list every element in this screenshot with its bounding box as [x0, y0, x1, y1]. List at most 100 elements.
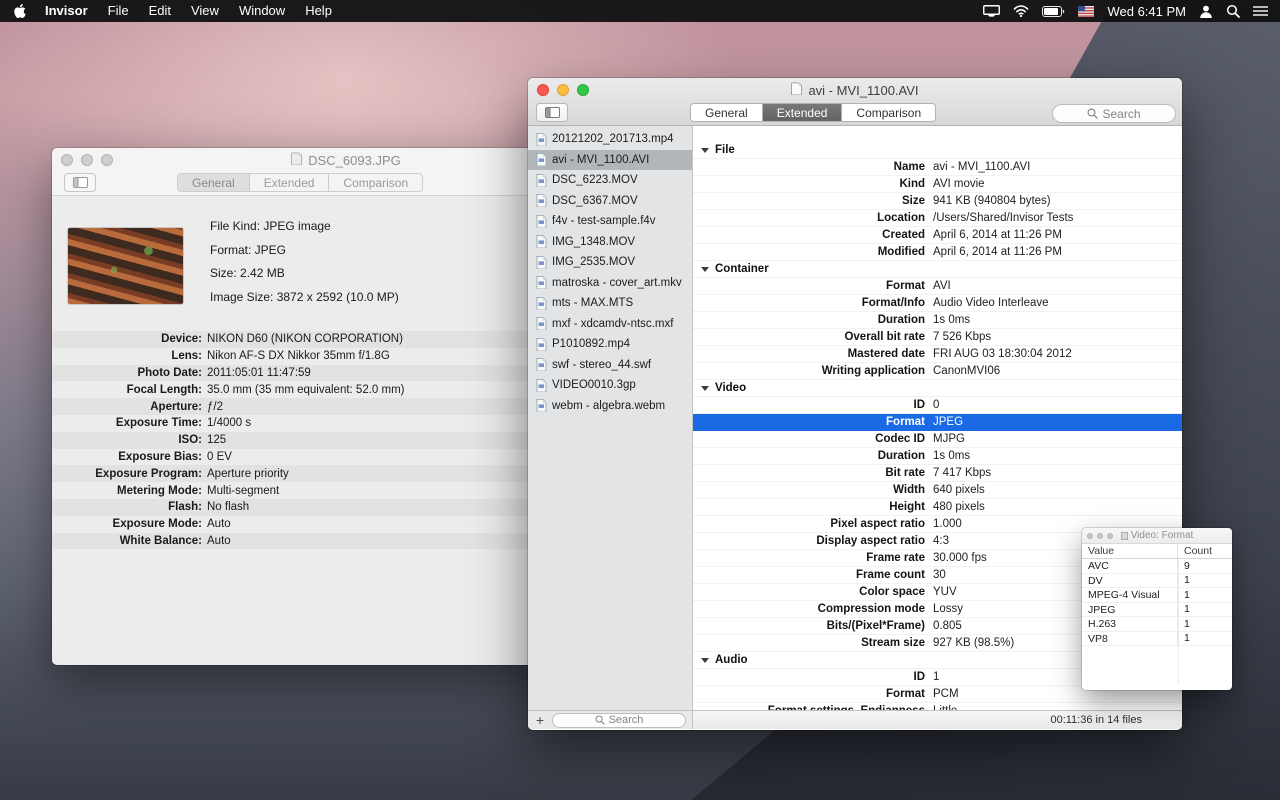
add-file-button[interactable]: +: [532, 712, 548, 728]
minimize-button[interactable]: [557, 84, 569, 96]
sidebar-file-item[interactable]: P1010892.mp4: [528, 334, 692, 355]
popup-table-header: Value Count: [1082, 544, 1232, 559]
close-button[interactable]: [1087, 532, 1093, 539]
sidebar-file-item[interactable]: DSC_6367.MOV: [528, 191, 692, 212]
popup-table-row[interactable]: AVC 9: [1082, 559, 1232, 574]
property-row[interactable]: Kind AVI movie: [693, 176, 1182, 193]
property-row[interactable]: Format settings, EndiannessLittle: [693, 703, 1182, 710]
sidebar-file-item[interactable]: mxf - xdcamdv-ntsc.mxf: [528, 314, 692, 335]
sidebar-file-item[interactable]: webm - algebra.webm: [528, 396, 692, 417]
disclosure-triangle-icon[interactable]: [701, 657, 709, 663]
popup-titlebar[interactable]: Video: Format: [1082, 528, 1232, 544]
display-mirroring-icon[interactable]: [983, 5, 1001, 17]
property-row[interactable]: Location/Users/Shared/Invisor Tests: [693, 210, 1182, 227]
menu-clock[interactable]: Wed 6:41 PM: [1107, 4, 1186, 19]
file-name: DSC_6367.MOV: [552, 194, 638, 207]
popup-window-controls[interactable]: [1087, 532, 1113, 539]
property-row[interactable]: Created April 6, 2014 at 11:26 PM: [693, 227, 1182, 244]
property-row[interactable]: Codec ID MJPG: [693, 431, 1182, 448]
sidebar-toggle-button[interactable]: [536, 103, 568, 122]
sidebar-file-item[interactable]: 20121202_201713.mp4: [528, 129, 692, 150]
wifi-icon[interactable]: [1013, 5, 1030, 17]
section-header-video[interactable]: Video: [693, 380, 1182, 397]
tab-extended[interactable]: Extended: [249, 174, 330, 191]
section-header-file[interactable]: File: [693, 142, 1182, 159]
popup-table-row[interactable]: H.263 1: [1082, 617, 1232, 632]
menu-file[interactable]: File: [98, 0, 139, 22]
sidebar-file-item[interactable]: f4v - test-sample.f4v: [528, 211, 692, 232]
sidebar-file-item[interactable]: VIDEO0010.3gp: [528, 375, 692, 396]
sidebar-file-item[interactable]: matroska - cover_art.mkv: [528, 273, 692, 294]
front-window-titlebar[interactable]: avi - MVI_1100.AVI: [528, 78, 1182, 102]
property-row[interactable]: Duration 1s 0ms: [693, 448, 1182, 465]
property-row[interactable]: Height 480 pixels: [693, 499, 1182, 516]
property-row[interactable]: Mastered date FRI AUG 03 18:30:04 2012: [693, 346, 1182, 363]
tab-comparison[interactable]: Comparison: [842, 104, 936, 121]
sidebar-file-item[interactable]: avi - MVI_1100.AVI: [528, 149, 692, 170]
menu-edit[interactable]: Edit: [139, 0, 181, 22]
menu-app-name[interactable]: Invisor: [35, 0, 98, 22]
front-tab-bar: General Extended Comparison: [690, 103, 937, 122]
property-row[interactable]: ID 0: [693, 397, 1182, 414]
popup-table-row[interactable]: JPEG 1: [1082, 602, 1232, 617]
file-name: f4v - test-sample.f4v: [552, 215, 656, 228]
tab-general[interactable]: General: [691, 104, 763, 121]
property-row[interactable]: Name avi - MVI_1100.AVI: [693, 159, 1182, 176]
file-name: mxf - xdcamdv-ntsc.mxf: [552, 317, 674, 330]
sidebar-file-item[interactable]: mts - MAX.MTS: [528, 293, 692, 314]
property-row[interactable]: Bit rate 7 417 Kbps: [693, 465, 1182, 482]
property-row[interactable]: Format AVI: [693, 278, 1182, 295]
property-row[interactable]: Modified April 6, 2014 at 11:26 PM: [693, 244, 1182, 261]
toolbar-search-field[interactable]: Search: [1052, 104, 1176, 123]
popup-table-row[interactable]: DV 1: [1082, 573, 1232, 588]
column-header-value[interactable]: Value: [1082, 544, 1178, 558]
sidebar-file-item[interactable]: DSC_6223.MOV: [528, 170, 692, 191]
menu-help[interactable]: Help: [295, 0, 342, 22]
property-row[interactable]: Size 941 KB (940804 bytes): [693, 193, 1182, 210]
status-text: 00:11:36 in 14 files: [1050, 714, 1142, 726]
column-header-count[interactable]: Count: [1178, 545, 1212, 557]
property-row[interactable]: Overall bit rate 7 526 Kbps: [693, 329, 1182, 346]
apple-menu-icon[interactable]: [12, 4, 35, 18]
menu-view[interactable]: View: [181, 0, 229, 22]
summary-row: Format: JPEG: [210, 242, 287, 257]
disclosure-triangle-icon[interactable]: [701, 385, 709, 391]
property-row[interactable]: Width 640 pixels: [693, 482, 1182, 499]
battery-icon[interactable]: [1042, 5, 1065, 17]
close-button[interactable]: [61, 154, 73, 166]
tab-extended[interactable]: Extended: [762, 104, 843, 121]
front-toolbar: General Extended Comparison Search: [528, 102, 1182, 126]
property-row[interactable]: Format JPEG: [693, 414, 1182, 431]
menu-window[interactable]: Window: [229, 0, 295, 22]
close-button[interactable]: [537, 84, 549, 96]
popup-window: Video: Format Value Count AVC 9 DV 1 MPEG-4 …: [1082, 528, 1232, 690]
sidebar-file-item[interactable]: IMG_2535.MOV: [528, 252, 692, 273]
input-source-flag-icon[interactable]: [1078, 5, 1095, 17]
summary-row: File Kind: JPEG image: [210, 219, 331, 233]
user-icon[interactable]: [1199, 5, 1213, 18]
magnifier-icon: [595, 715, 605, 725]
sidebar-file-item[interactable]: IMG_1348.MOV: [528, 232, 692, 253]
zoom-button[interactable]: [1107, 532, 1113, 539]
section-title: Video: [715, 382, 747, 394]
property-row[interactable]: Format/Info Audio Video Interleave: [693, 295, 1182, 312]
spotlight-search-icon[interactable]: [1226, 4, 1240, 18]
section-title: File: [715, 144, 735, 156]
section-header-container[interactable]: Container: [693, 261, 1182, 278]
sidebar-file-item[interactable]: swf - stereo_44.swf: [528, 355, 692, 376]
tab-comparison[interactable]: Comparison: [329, 174, 423, 191]
minimize-button[interactable]: [81, 154, 93, 166]
sidebar-toggle-button[interactable]: [64, 173, 96, 192]
disclosure-triangle-icon[interactable]: [701, 266, 709, 272]
minimize-button[interactable]: [1097, 532, 1103, 539]
disclosure-triangle-icon[interactable]: [701, 147, 709, 153]
popup-table-row[interactable]: MPEG-4 Visual 1: [1082, 588, 1232, 603]
tab-general[interactable]: General: [178, 174, 250, 191]
property-row[interactable]: Writing application CanonMVI06: [693, 363, 1182, 380]
zoom-button[interactable]: [101, 154, 113, 166]
property-row[interactable]: Duration 1s 0ms: [693, 312, 1182, 329]
sidebar-search-field[interactable]: Search: [552, 712, 686, 728]
popup-table-row[interactable]: VP8 1: [1082, 631, 1232, 646]
zoom-button[interactable]: [577, 84, 589, 96]
notification-center-icon[interactable]: [1253, 5, 1268, 17]
